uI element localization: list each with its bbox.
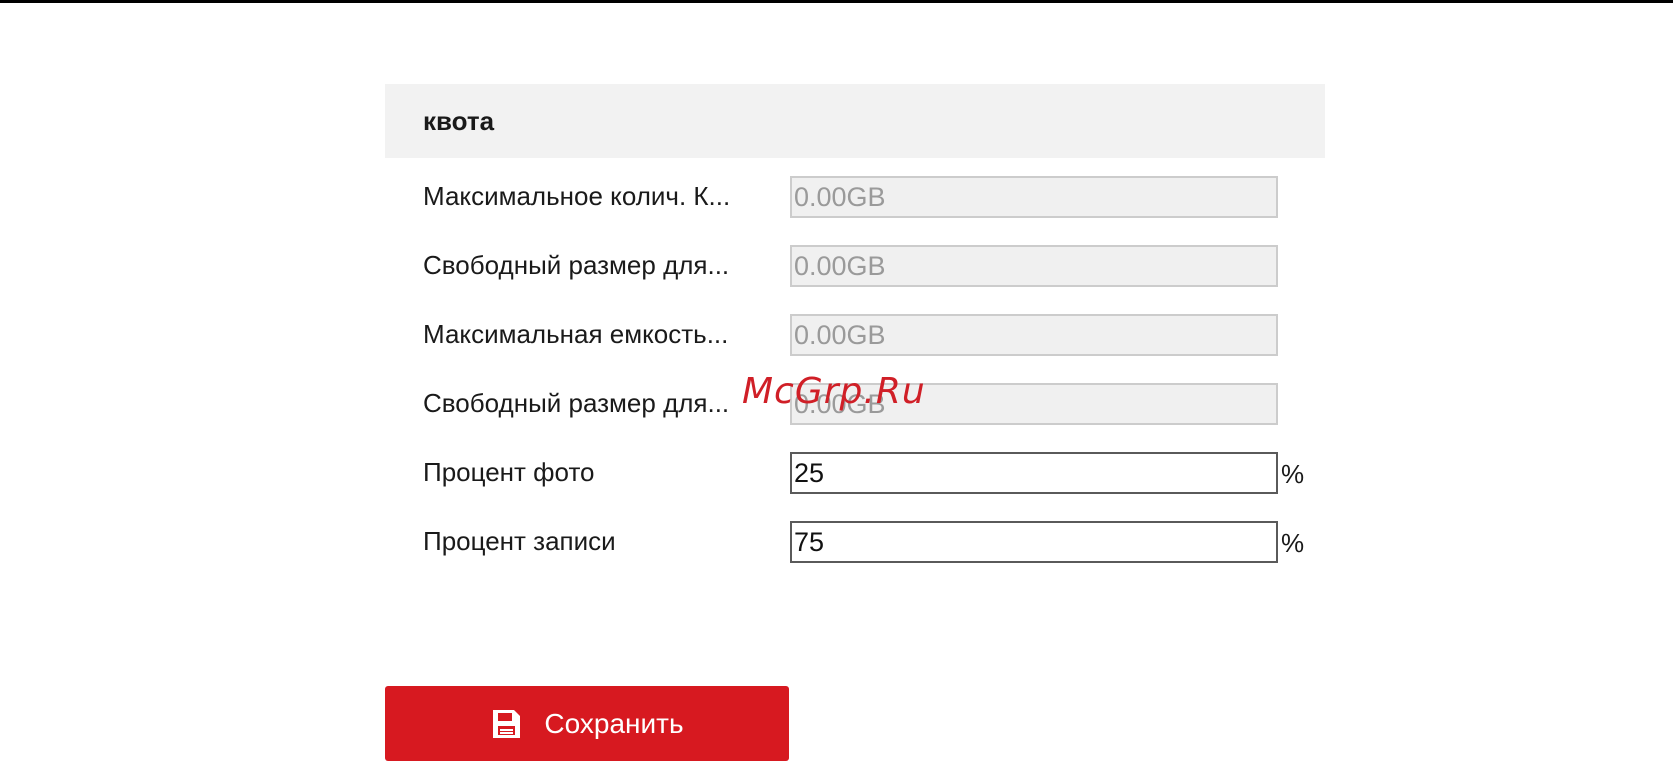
field-label: Свободный размер для... <box>423 388 730 418</box>
floppy-disk-icon <box>490 708 522 740</box>
field-label: Максимальная емкость... <box>423 319 729 349</box>
max-capacity-record-input <box>790 314 1278 356</box>
quota-panel: квота Максимальное колич. К... Свободный… <box>385 84 1325 563</box>
field-row-max-capacity-photo: Максимальное колич. К... <box>385 174 1325 218</box>
save-button[interactable]: Сохранить <box>385 686 789 761</box>
panel-title: квота <box>423 105 495 136</box>
watermark-text: McGrp.Ru <box>742 371 926 412</box>
field-row-free-size-photo: Свободный размер для... <box>385 243 1325 287</box>
percent-unit: % <box>1281 459 1305 489</box>
field-label: Свободный размер для... <box>423 250 730 280</box>
field-label: Максимальное колич. К... <box>423 181 731 211</box>
field-row-record-percent: Процент записи % <box>385 519 1325 563</box>
field-row-photo-percent: Процент фото % <box>385 450 1325 494</box>
panel-header: квота <box>385 84 1325 158</box>
field-label: Процент фото <box>423 457 595 487</box>
top-border <box>0 0 1673 3</box>
photo-percent-input[interactable] <box>790 452 1278 494</box>
field-row-max-capacity-record: Максимальная емкость... <box>385 312 1325 356</box>
record-percent-input[interactable] <box>790 521 1278 563</box>
percent-unit: % <box>1281 528 1305 558</box>
save-button-label: Сохранить <box>544 707 684 739</box>
max-capacity-photo-input <box>790 176 1278 218</box>
field-label: Процент записи <box>423 526 616 556</box>
free-size-photo-input <box>790 245 1278 287</box>
